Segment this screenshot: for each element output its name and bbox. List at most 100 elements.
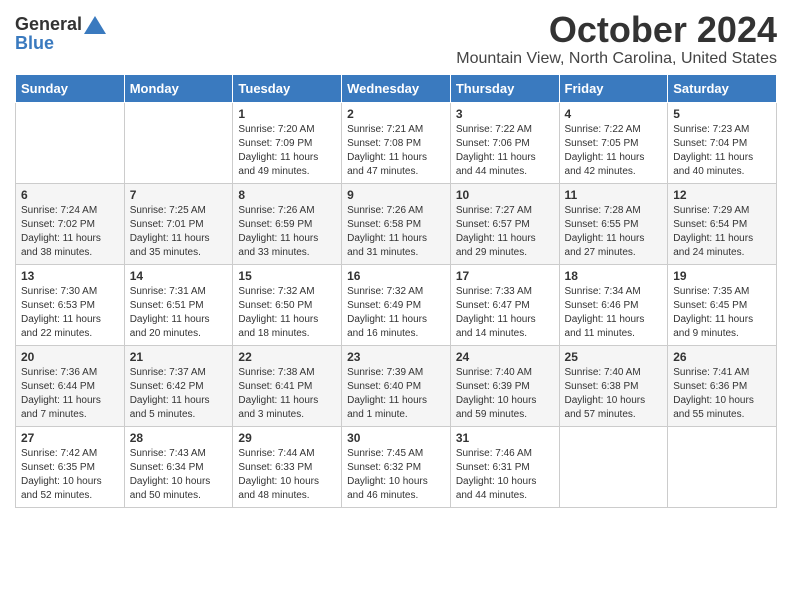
calendar-cell: 24 Sunrise: 7:40 AMSunset: 6:39 PMDayligh… — [450, 345, 559, 426]
logo-blue-text: Blue — [15, 33, 54, 54]
calendar-cell: 25 Sunrise: 7:40 AMSunset: 6:38 PMDayligh… — [559, 345, 668, 426]
calendar-cell — [559, 426, 668, 507]
cell-info: Sunrise: 7:23 AMSunset: 7:04 PMDaylight:… — [673, 123, 771, 179]
day-number: 22 — [238, 350, 336, 364]
day-number: 27 — [21, 431, 119, 445]
day-number: 24 — [456, 350, 554, 364]
day-number: 31 — [456, 431, 554, 445]
day-number: 28 — [130, 431, 228, 445]
day-number: 9 — [347, 188, 445, 202]
calendar-cell: 22 Sunrise: 7:38 AMSunset: 6:41 PMDayligh… — [233, 345, 342, 426]
cell-info: Sunrise: 7:45 AMSunset: 6:32 PMDaylight:… — [347, 447, 445, 503]
calendar-cell: 26 Sunrise: 7:41 AMSunset: 6:36 PMDayligh… — [668, 345, 777, 426]
day-number: 29 — [238, 431, 336, 445]
cell-info: Sunrise: 7:32 AMSunset: 6:50 PMDaylight:… — [238, 285, 336, 341]
day-number: 15 — [238, 269, 336, 283]
cell-info: Sunrise: 7:20 AMSunset: 7:09 PMDaylight:… — [238, 123, 336, 179]
calendar-cell: 9Sunrise: 7:26 AMSunset: 6:58 PMDaylight… — [342, 183, 451, 264]
cell-info: Sunrise: 7:22 AMSunset: 7:06 PMDaylight:… — [456, 123, 554, 179]
calendar-cell — [668, 426, 777, 507]
title-area: October 2024 Mountain View, North Caroli… — [456, 10, 777, 68]
day-number: 11 — [565, 188, 663, 202]
cell-info: Sunrise: 7:39 AMSunset: 6:40 PMDaylight:… — [347, 366, 445, 422]
calendar-cell: 30 Sunrise: 7:45 AMSunset: 6:32 PMDayligh… — [342, 426, 451, 507]
day-number: 6 — [21, 188, 119, 202]
cell-info: Sunrise: 7:36 AMSunset: 6:44 PMDaylight:… — [21, 366, 119, 422]
day-number: 20 — [21, 350, 119, 364]
cell-info: Sunrise: 7:42 AMSunset: 6:35 PMDaylight:… — [21, 447, 119, 503]
day-header-saturday: Saturday — [668, 74, 777, 102]
logo-icon — [84, 16, 106, 34]
cell-info: Sunrise: 7:38 AMSunset: 6:41 PMDaylight:… — [238, 366, 336, 422]
header: General Blue October 2024 Mountain View,… — [15, 10, 777, 68]
cell-info: Sunrise: 7:40 AMSunset: 6:38 PMDaylight:… — [565, 366, 663, 422]
cell-info: Sunrise: 7:43 AMSunset: 6:34 PMDaylight:… — [130, 447, 228, 503]
calendar-cell: 29 Sunrise: 7:44 AMSunset: 6:33 PMDayligh… — [233, 426, 342, 507]
calendar-cell: 18Sunrise: 7:34 AMSunset: 6:46 PMDayligh… — [559, 264, 668, 345]
cell-info: Sunrise: 7:27 AMSunset: 6:57 PMDaylight:… — [456, 204, 554, 260]
day-number: 25 — [565, 350, 663, 364]
day-number: 17 — [456, 269, 554, 283]
day-number: 7 — [130, 188, 228, 202]
day-number: 10 — [456, 188, 554, 202]
day-number: 13 — [21, 269, 119, 283]
cell-info: Sunrise: 7:26 AMSunset: 6:59 PMDaylight:… — [238, 204, 336, 260]
calendar-cell: 13Sunrise: 7:30 AMSunset: 6:53 PMDayligh… — [16, 264, 125, 345]
calendar-week-row: 27 Sunrise: 7:42 AMSunset: 6:35 PMDayligh… — [16, 426, 777, 507]
day-number: 30 — [347, 431, 445, 445]
cell-info: Sunrise: 7:32 AMSunset: 6:49 PMDaylight:… — [347, 285, 445, 341]
day-number: 16 — [347, 269, 445, 283]
cell-info: Sunrise: 7:28 AMSunset: 6:55 PMDaylight:… — [565, 204, 663, 260]
day-header-friday: Friday — [559, 74, 668, 102]
calendar-cell — [16, 102, 125, 183]
calendar-cell: 20 Sunrise: 7:36 AMSunset: 6:44 PMDayligh… — [16, 345, 125, 426]
day-header-tuesday: Tuesday — [233, 74, 342, 102]
month-title: October 2024 — [456, 10, 777, 50]
day-number: 5 — [673, 107, 771, 121]
calendar-body: 1 Sunrise: 7:20 AMSunset: 7:09 PMDaylight… — [16, 102, 777, 507]
calendar-cell: 21 Sunrise: 7:37 AMSunset: 6:42 PMDayligh… — [124, 345, 233, 426]
calendar-cell: 16 Sunrise: 7:32 AMSunset: 6:49 PMDayligh… — [342, 264, 451, 345]
calendar-cell: 1 Sunrise: 7:20 AMSunset: 7:09 PMDaylight… — [233, 102, 342, 183]
calendar-week-row: 20 Sunrise: 7:36 AMSunset: 6:44 PMDayligh… — [16, 345, 777, 426]
day-header-wednesday: Wednesday — [342, 74, 451, 102]
day-number: 23 — [347, 350, 445, 364]
day-number: 8 — [238, 188, 336, 202]
cell-info: Sunrise: 7:41 AMSunset: 6:36 PMDaylight:… — [673, 366, 771, 422]
calendar-cell: 3 Sunrise: 7:22 AMSunset: 7:06 PMDaylight… — [450, 102, 559, 183]
cell-info: Sunrise: 7:31 AMSunset: 6:51 PMDaylight:… — [130, 285, 228, 341]
day-header-sunday: Sunday — [16, 74, 125, 102]
day-number: 21 — [130, 350, 228, 364]
cell-info: Sunrise: 7:40 AMSunset: 6:39 PMDaylight:… — [456, 366, 554, 422]
day-number: 18 — [565, 269, 663, 283]
calendar-cell: 23 Sunrise: 7:39 AMSunset: 6:40 PMDayligh… — [342, 345, 451, 426]
calendar-cell: 27 Sunrise: 7:42 AMSunset: 6:35 PMDayligh… — [16, 426, 125, 507]
calendar-cell: 12Sunrise: 7:29 AMSunset: 6:54 PMDayligh… — [668, 183, 777, 264]
day-number: 2 — [347, 107, 445, 121]
calendar-week-row: 6Sunrise: 7:24 AMSunset: 7:02 PMDaylight… — [16, 183, 777, 264]
cell-info: Sunrise: 7:25 AMSunset: 7:01 PMDaylight:… — [130, 204, 228, 260]
calendar-cell: 19Sunrise: 7:35 AMSunset: 6:45 PMDayligh… — [668, 264, 777, 345]
calendar-cell: 5 Sunrise: 7:23 AMSunset: 7:04 PMDaylight… — [668, 102, 777, 183]
day-number: 4 — [565, 107, 663, 121]
calendar-cell: 28 Sunrise: 7:43 AMSunset: 6:34 PMDayligh… — [124, 426, 233, 507]
location-title: Mountain View, North Carolina, United St… — [456, 50, 777, 68]
calendar-week-row: 1 Sunrise: 7:20 AMSunset: 7:09 PMDaylight… — [16, 102, 777, 183]
cell-info: Sunrise: 7:21 AMSunset: 7:08 PMDaylight:… — [347, 123, 445, 179]
logo: General Blue — [15, 10, 106, 54]
calendar-cell: 4Sunrise: 7:22 AMSunset: 7:05 PMDaylight… — [559, 102, 668, 183]
cell-info: Sunrise: 7:35 AMSunset: 6:45 PMDaylight:… — [673, 285, 771, 341]
calendar-cell: 31 Sunrise: 7:46 AMSunset: 6:31 PMDayligh… — [450, 426, 559, 507]
cell-info: Sunrise: 7:37 AMSunset: 6:42 PMDaylight:… — [130, 366, 228, 422]
cell-info: Sunrise: 7:33 AMSunset: 6:47 PMDaylight:… — [456, 285, 554, 341]
cell-info: Sunrise: 7:44 AMSunset: 6:33 PMDaylight:… — [238, 447, 336, 503]
calendar-cell: 8 Sunrise: 7:26 AMSunset: 6:59 PMDaylight… — [233, 183, 342, 264]
cell-info: Sunrise: 7:46 AMSunset: 6:31 PMDaylight:… — [456, 447, 554, 503]
day-number: 26 — [673, 350, 771, 364]
calendar-cell: 2 Sunrise: 7:21 AMSunset: 7:08 PMDaylight… — [342, 102, 451, 183]
day-number: 3 — [456, 107, 554, 121]
day-number: 1 — [238, 107, 336, 121]
calendar-header-row: SundayMondayTuesdayWednesdayThursdayFrid… — [16, 74, 777, 102]
calendar-week-row: 13Sunrise: 7:30 AMSunset: 6:53 PMDayligh… — [16, 264, 777, 345]
day-header-thursday: Thursday — [450, 74, 559, 102]
